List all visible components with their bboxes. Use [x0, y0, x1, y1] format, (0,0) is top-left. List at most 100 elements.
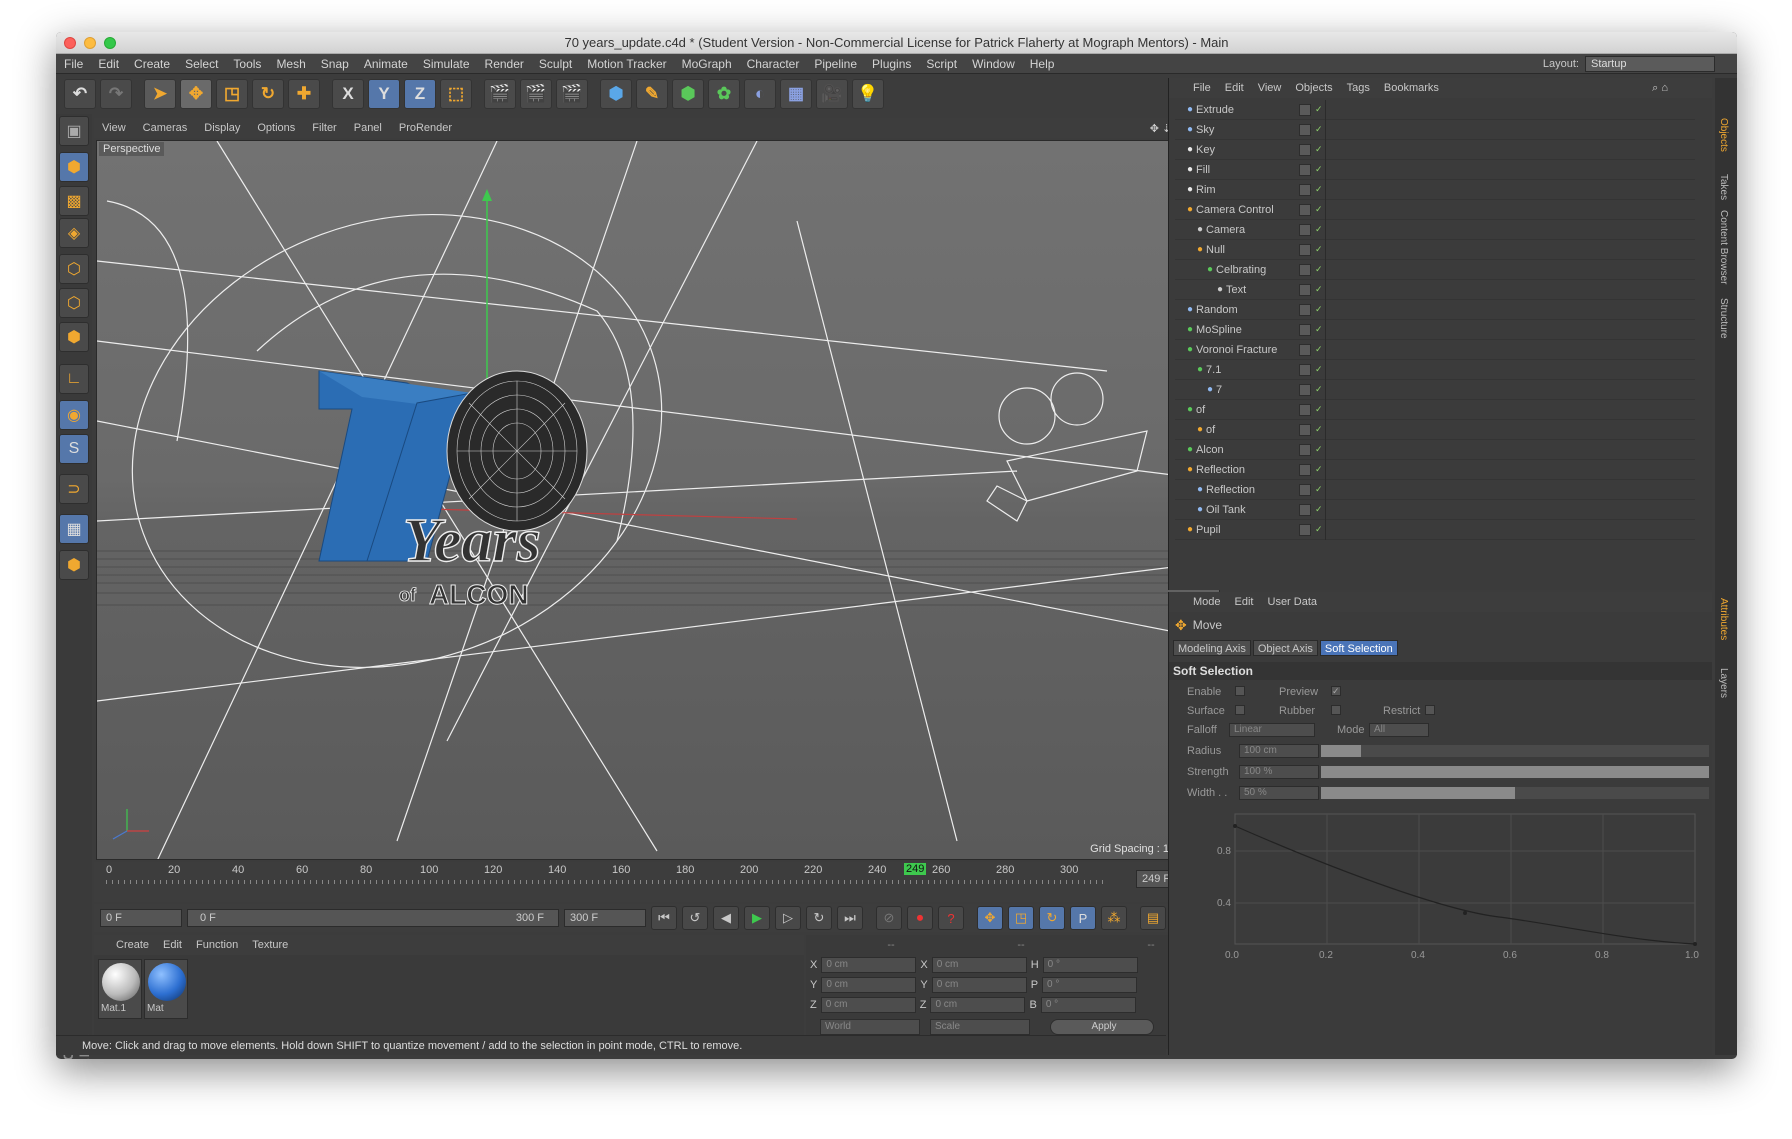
layer-checkbox[interactable]	[1299, 283, 1311, 296]
subdivision-button[interactable]: ⬢	[672, 79, 704, 109]
enabled-check-icon[interactable]: ✓	[1315, 364, 1323, 375]
enabled-check-icon[interactable]: ✓	[1315, 244, 1323, 255]
menu-sculpt[interactable]: Sculpt	[539, 57, 572, 71]
record-parameter-button[interactable]: P	[1070, 906, 1096, 930]
enabled-check-icon[interactable]: ✓	[1315, 144, 1323, 155]
viewport-menu-panel[interactable]: Panel	[354, 122, 382, 134]
layer-checkbox[interactable]	[1299, 483, 1311, 496]
object-name-label[interactable]: Extrude	[1196, 104, 1234, 116]
objects-menu-tags[interactable]: Tags	[1347, 82, 1370, 94]
object-name-label[interactable]: Random	[1196, 304, 1238, 316]
object-name-label[interactable]: Camera	[1206, 224, 1245, 236]
object-name-label[interactable]: Camera Control	[1196, 204, 1274, 216]
record-position-button[interactable]: ✥	[977, 906, 1003, 930]
layer-checkbox[interactable]	[1299, 423, 1311, 436]
start-frame-field[interactable]: 0 F	[100, 909, 182, 927]
cloner-button[interactable]: ✿	[708, 79, 740, 109]
falloff-dropdown[interactable]: Linear	[1229, 723, 1315, 737]
layer-checkbox[interactable]	[1299, 323, 1311, 336]
enabled-check-icon[interactable]: ✓	[1315, 264, 1323, 275]
layer-checkbox[interactable]	[1299, 503, 1311, 516]
object-name-label[interactable]: of	[1206, 424, 1215, 436]
side-tab-takes[interactable]: Takes	[1718, 174, 1729, 200]
close-window-button[interactable]	[64, 37, 76, 49]
next-frame-button[interactable]: ▷	[775, 906, 801, 930]
object-row[interactable]: ● Key ✓	[1175, 140, 1695, 160]
object-row[interactable]: ● Pupil ✓	[1175, 520, 1695, 540]
menu-script[interactable]: Script	[926, 57, 957, 71]
menu-tools[interactable]: Tools	[233, 57, 261, 71]
object-row[interactable]: ● Camera ✓	[1175, 220, 1695, 240]
layer-checkbox[interactable]	[1299, 303, 1311, 316]
enabled-check-icon[interactable]: ✓	[1315, 304, 1323, 315]
timeline-window-button[interactable]: ▤	[1140, 906, 1166, 930]
rotation-b-field[interactable]: 0 °	[1040, 997, 1136, 1013]
enabled-check-icon[interactable]: ✓	[1315, 184, 1323, 195]
3d-viewport[interactable]: Years of ALCON Perspective Grid Spacing …	[96, 140, 1220, 860]
enabled-check-icon[interactable]: ✓	[1315, 204, 1323, 215]
menu-select[interactable]: Select	[185, 57, 218, 71]
menu-animate[interactable]: Animate	[364, 57, 408, 71]
tab-object-axis[interactable]: Object Axis	[1252, 640, 1318, 656]
previous-frame-button[interactable]: ◀	[713, 906, 739, 930]
planar-workplane-button[interactable]: ⬢	[59, 550, 89, 580]
material-swatch-mat-1[interactable]: Mat.1	[98, 959, 142, 1019]
record-keys-button[interactable]: ⊘	[876, 906, 902, 930]
material-menu-create[interactable]: Create	[116, 939, 149, 951]
scale-tool-button[interactable]: ◳	[216, 79, 248, 109]
menu-snap[interactable]: Snap	[321, 57, 349, 71]
object-row[interactable]: ● Celbrating ✓	[1175, 260, 1695, 280]
preview-checkbox[interactable]: ✓	[1331, 686, 1341, 696]
pen-spline-button[interactable]: ✎	[636, 79, 668, 109]
material-menu-texture[interactable]: Texture	[252, 939, 288, 951]
objects-menu-objects[interactable]: Objects	[1295, 82, 1332, 94]
surface-checkbox[interactable]	[1235, 705, 1245, 715]
camera-button[interactable]: 🎥	[816, 79, 848, 109]
frame-range-slider[interactable]: 0 F 300 F	[187, 909, 559, 927]
material-menu-function[interactable]: Function	[196, 939, 238, 951]
menu-plugins[interactable]: Plugins	[872, 57, 911, 71]
menu-file[interactable]: File	[64, 57, 83, 71]
falloff-curve-graph[interactable]: 0.8 0.4 0.0 0.2 0.4 0.6 0.8 1.0	[1199, 806, 1709, 966]
object-name-label[interactable]: of	[1196, 404, 1205, 416]
enabled-check-icon[interactable]: ✓	[1315, 344, 1323, 355]
record-point-level-button[interactable]: ⁂	[1101, 906, 1127, 930]
layer-checkbox[interactable]	[1299, 163, 1311, 176]
side-tab-content-browser[interactable]: Content Browser	[1718, 210, 1729, 284]
layer-checkbox[interactable]	[1299, 123, 1311, 136]
enabled-check-icon[interactable]: ✓	[1315, 104, 1323, 115]
viewport-menu-display[interactable]: Display	[204, 122, 240, 134]
objects-menu-file[interactable]: File	[1193, 82, 1211, 94]
z-axis-lock-button[interactable]: Z	[404, 79, 436, 109]
make-editable-button[interactable]: ▣	[59, 116, 89, 146]
layer-checkbox[interactable]	[1299, 263, 1311, 276]
live-selection-button[interactable]: ➤	[144, 79, 176, 109]
mode-dropdown[interactable]: All	[1369, 723, 1429, 737]
strength-field[interactable]: 100 %	[1239, 765, 1319, 779]
position-z-field[interactable]: 0 cm	[820, 997, 916, 1013]
layer-checkbox[interactable]	[1299, 383, 1311, 396]
object-name-label[interactable]: 7.1	[1206, 364, 1221, 376]
object-name-label[interactable]: Celbrating	[1216, 264, 1266, 276]
restrict-checkbox[interactable]	[1425, 705, 1435, 715]
playhead-marker[interactable]: 249	[904, 863, 927, 875]
layer-checkbox[interactable]	[1299, 403, 1311, 416]
viewport-menu-filter[interactable]: Filter	[312, 122, 336, 134]
end-frame-field[interactable]: 300 F	[564, 909, 646, 927]
viewport-menu-options[interactable]: Options	[257, 122, 295, 134]
viewport-camera-label[interactable]: Perspective	[99, 142, 165, 156]
y-axis-lock-button[interactable]: Y	[368, 79, 400, 109]
enabled-check-icon[interactable]: ✓	[1315, 164, 1323, 175]
object-name-label[interactable]: Sky	[1196, 124, 1214, 136]
viewport-menu-cameras[interactable]: Cameras	[143, 122, 188, 134]
position-x-field[interactable]: 0 cm	[821, 957, 917, 973]
locked-workplane-button[interactable]: ▦	[59, 514, 89, 544]
size-x-field[interactable]: 0 cm	[931, 957, 1027, 973]
search-icon[interactable]: ⌕ ⌂	[1652, 82, 1668, 95]
layer-checkbox[interactable]	[1299, 343, 1311, 356]
previous-key-button[interactable]: ↺	[682, 906, 708, 930]
object-row[interactable]: ● 7.1 ✓	[1175, 360, 1695, 380]
menu-pipeline[interactable]: Pipeline	[814, 57, 857, 71]
coordinate-space-dropdown[interactable]: World	[820, 1019, 920, 1035]
enabled-check-icon[interactable]: ✓	[1315, 484, 1323, 495]
